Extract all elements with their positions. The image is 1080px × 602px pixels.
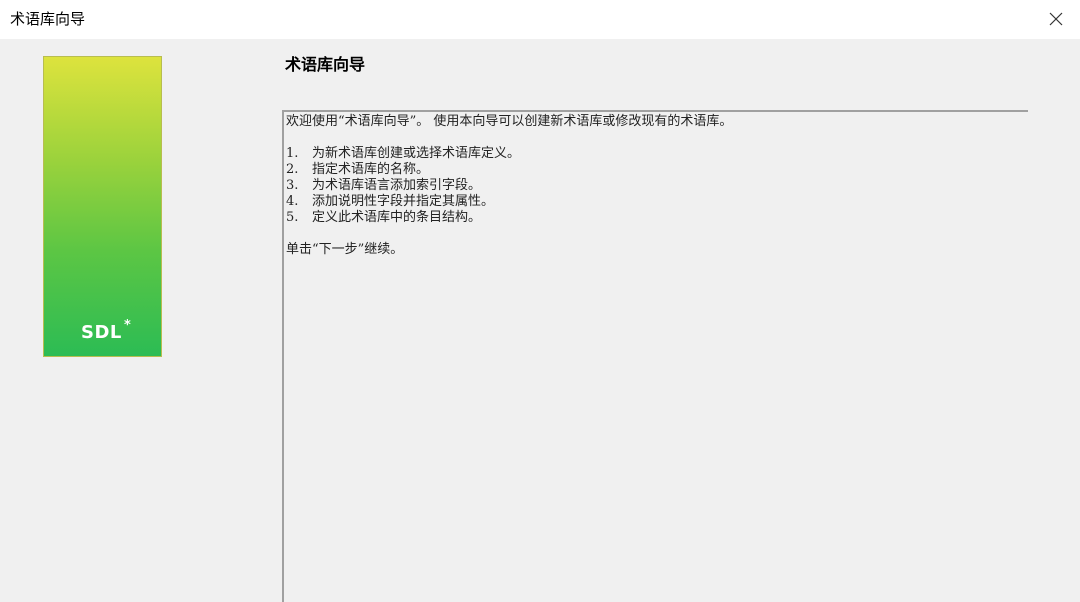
step-text: 为新术语库创建或选择术语库定义。 [312,146,521,161]
intro-text: 欢迎使用“术语库向导”。 使用本向导可以创建新术语库或修改现有的术语库。 [286,114,733,129]
step-text: 定义此术语库中的条目结构。 [312,210,482,225]
list-item: 3. 为术语库语言添加索引字段。 [286,178,732,194]
step-number: 5. [286,210,299,225]
sdl-logo-banner: SDL * [43,56,162,357]
step-number: 4. [286,194,299,209]
close-button[interactable] [1040,4,1072,34]
step-text: 指定术语库的名称。 [312,162,430,177]
list-item: 5. 定义此术语库中的条目结构。 [286,210,732,226]
description-text: 欢迎使用“术语库向导”。 使用本向导可以创建新术语库或修改现有的术语库。 1. 为… [286,114,732,258]
title-bar: 术语库向导 [0,0,1080,39]
description-panel: 欢迎使用“术语库向导”。 使用本向导可以创建新术语库或修改现有的术语库。 1. 为… [282,110,1028,602]
wizard-window: 术语库向导 SDL * 术语库向导 欢迎使用“术语库向导”。 使用本向导可以创建… [0,0,1080,602]
step-number: 2. [286,162,299,177]
close-icon [1049,12,1063,26]
step-number: 1. [286,146,299,161]
continue-hint: 单击“下一步”继续。 [286,242,404,257]
list-item: 2. 指定术语库的名称。 [286,162,732,178]
list-item: 1. 为新术语库创建或选择术语库定义。 [286,146,732,162]
step-text: 为术语库语言添加索引字段。 [312,178,482,193]
logo-star-mark: * [124,318,131,333]
page-title: 术语库向导 [285,55,366,74]
logo-text: SDL [81,322,122,343]
list-item: 4. 添加说明性字段并指定其属性。 [286,194,732,210]
window-title: 术语库向导 [10,10,86,28]
step-text: 添加说明性字段并指定其属性。 [312,194,495,209]
step-number: 3. [286,178,299,193]
steps-list: 1. 为新术语库创建或选择术语库定义。 2. 指定术语库的名称。 3. 为术语库语言添… [286,146,732,226]
